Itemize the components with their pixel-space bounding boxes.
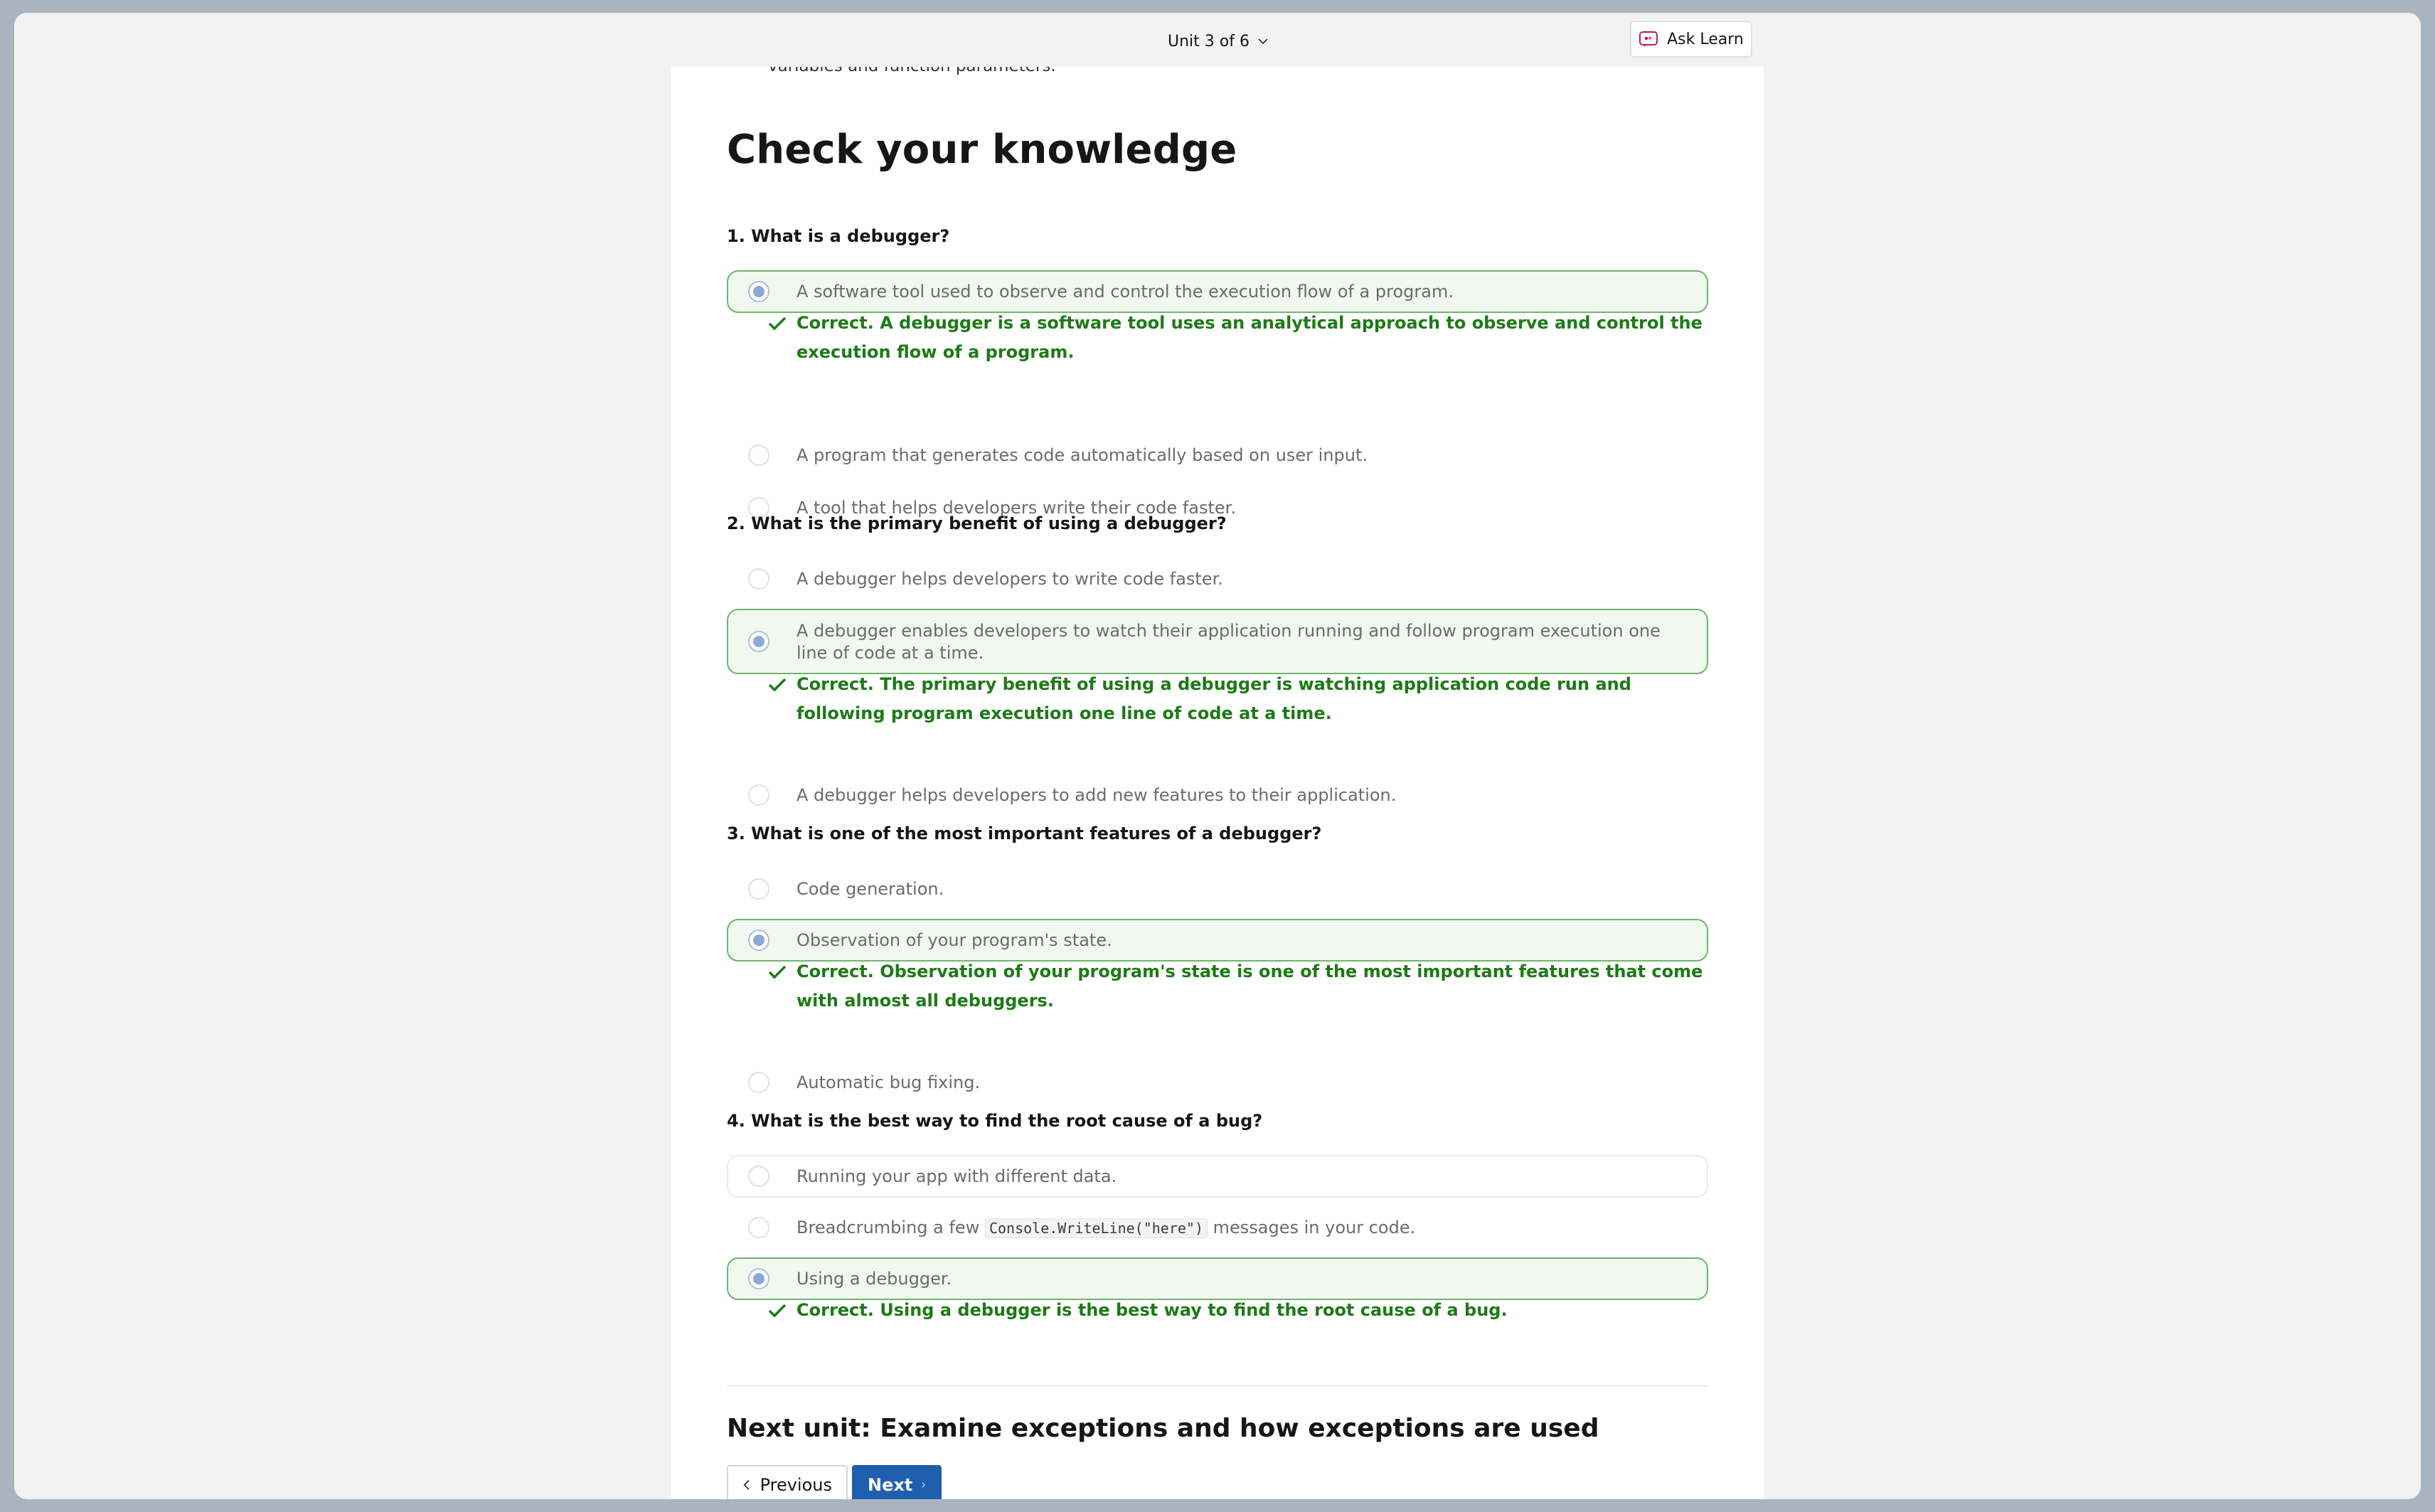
radio-button[interactable] xyxy=(748,878,769,900)
q3-option-3[interactable]: Automatic bug fixing. xyxy=(727,1061,1708,1104)
previous-label: Previous xyxy=(760,1475,832,1495)
option-label: A software tool used to observe and cont… xyxy=(796,282,1454,302)
question-3: 3. What is one of the most important fea… xyxy=(727,824,1322,843)
option-label: A program that generates code automatica… xyxy=(796,445,1368,465)
unit-selector-label: Unit 3 of 6 xyxy=(1168,32,1250,50)
q2-option-1[interactable]: A debugger helps developers to write cod… xyxy=(727,558,1708,600)
top-bar: Unit 3 of 6 Ask Learn xyxy=(14,13,2421,67)
divider xyxy=(727,1385,1708,1387)
q4-feedback: Correct. Using a debugger is the best wa… xyxy=(768,1296,1714,1325)
q1-option-2[interactable]: A program that generates code automatica… xyxy=(727,434,1708,477)
checkmark-icon xyxy=(768,1304,787,1318)
radio-button[interactable] xyxy=(748,784,769,806)
option-label: Using a debugger. xyxy=(796,1269,952,1289)
option-label-prefix: Breadcrumbing a few xyxy=(796,1218,980,1237)
q3-option-1[interactable]: Code generation. xyxy=(727,868,1708,910)
previous-paragraph-fragment: variables and function parameters. xyxy=(768,67,1056,75)
option-label-suffix: messages in your code. xyxy=(1213,1218,1416,1237)
q3-option-2[interactable]: Observation of your program's state. xyxy=(727,919,1708,962)
inline-code: Console.WriteLine("here") xyxy=(984,1218,1208,1238)
radio-button-checked[interactable] xyxy=(748,930,769,951)
previous-button[interactable]: Previous xyxy=(727,1465,848,1499)
option-label: Code generation. xyxy=(796,879,944,899)
q2-option-2[interactable]: A debugger enables developers to watch t… xyxy=(727,609,1708,674)
radio-button[interactable] xyxy=(748,1072,769,1093)
feedback-text: Correct. Using a debugger is the best wa… xyxy=(796,1300,1508,1320)
q2-option-3[interactable]: A debugger helps developers to add new f… xyxy=(727,774,1708,816)
next-unit-heading: Next unit: Examine exceptions and how ex… xyxy=(727,1414,1599,1443)
feedback-text: Correct. The primary benefit of using a … xyxy=(796,674,1631,723)
browser-window: Unit 3 of 6 Ask Learn variables and func… xyxy=(14,13,2421,1499)
next-button[interactable]: Next xyxy=(852,1465,942,1499)
option-label: Observation of your program's state. xyxy=(796,930,1112,950)
unit-selector[interactable]: Unit 3 of 6 xyxy=(1168,28,1269,54)
question-1: 1. What is a debugger? xyxy=(727,226,950,246)
option-label: Automatic bug fixing. xyxy=(796,1072,981,1092)
radio-button[interactable] xyxy=(748,1217,769,1238)
option-label: A debugger helps developers to add new f… xyxy=(796,785,1397,805)
radio-button-checked[interactable] xyxy=(748,1268,769,1289)
checkmark-icon xyxy=(768,316,787,331)
q1-feedback: Correct. A debugger is a software tool u… xyxy=(768,309,1714,367)
page-title: Check your knowledge xyxy=(727,127,1237,173)
radio-button[interactable] xyxy=(748,1166,769,1187)
next-label: Next xyxy=(868,1475,913,1495)
ask-learn-label: Ask Learn xyxy=(1667,30,1744,48)
feedback-text: Correct. A debugger is a software tool u… xyxy=(796,313,1703,362)
checkmark-icon xyxy=(768,678,787,692)
radio-button-checked[interactable] xyxy=(748,281,769,302)
radio-button[interactable] xyxy=(748,568,769,590)
option-label: Breadcrumbing a few Console.WriteLine("h… xyxy=(796,1217,1664,1240)
question-4: 4. What is the best way to find the root… xyxy=(727,1111,1263,1131)
q4-option-2[interactable]: Breadcrumbing a few Console.WriteLine("h… xyxy=(727,1206,1708,1249)
chevron-right-icon xyxy=(922,1482,926,1488)
chevron-left-icon xyxy=(743,1480,750,1490)
radio-button-checked[interactable] xyxy=(748,631,769,652)
option-label: A debugger enables developers to watch t… xyxy=(796,621,1661,663)
q4-option-1[interactable]: Running your app with different data. xyxy=(727,1155,1708,1198)
q1-option-1[interactable]: A software tool used to observe and cont… xyxy=(727,270,1708,313)
q4-option-3[interactable]: Using a debugger. xyxy=(727,1257,1708,1300)
checkmark-icon xyxy=(768,965,787,979)
radio-button[interactable] xyxy=(748,444,769,466)
q3-feedback: Correct. Observation of your program's s… xyxy=(768,957,1714,1016)
ask-learn-button[interactable]: Ask Learn xyxy=(1630,21,1752,58)
feedback-text: Correct. Observation of your program's s… xyxy=(796,962,1703,1011)
option-label: Running your app with different data. xyxy=(796,1166,1117,1186)
q2-feedback: Correct. The primary benefit of using a … xyxy=(768,670,1714,728)
option-label: A debugger helps developers to write cod… xyxy=(796,569,1223,589)
question-2: 2. What is the primary benefit of using … xyxy=(727,513,1227,533)
module-content: variables and function parameters. Check… xyxy=(671,67,1764,1499)
chevron-down-icon xyxy=(1258,38,1268,45)
ask-learn-icon xyxy=(1639,31,1658,47)
